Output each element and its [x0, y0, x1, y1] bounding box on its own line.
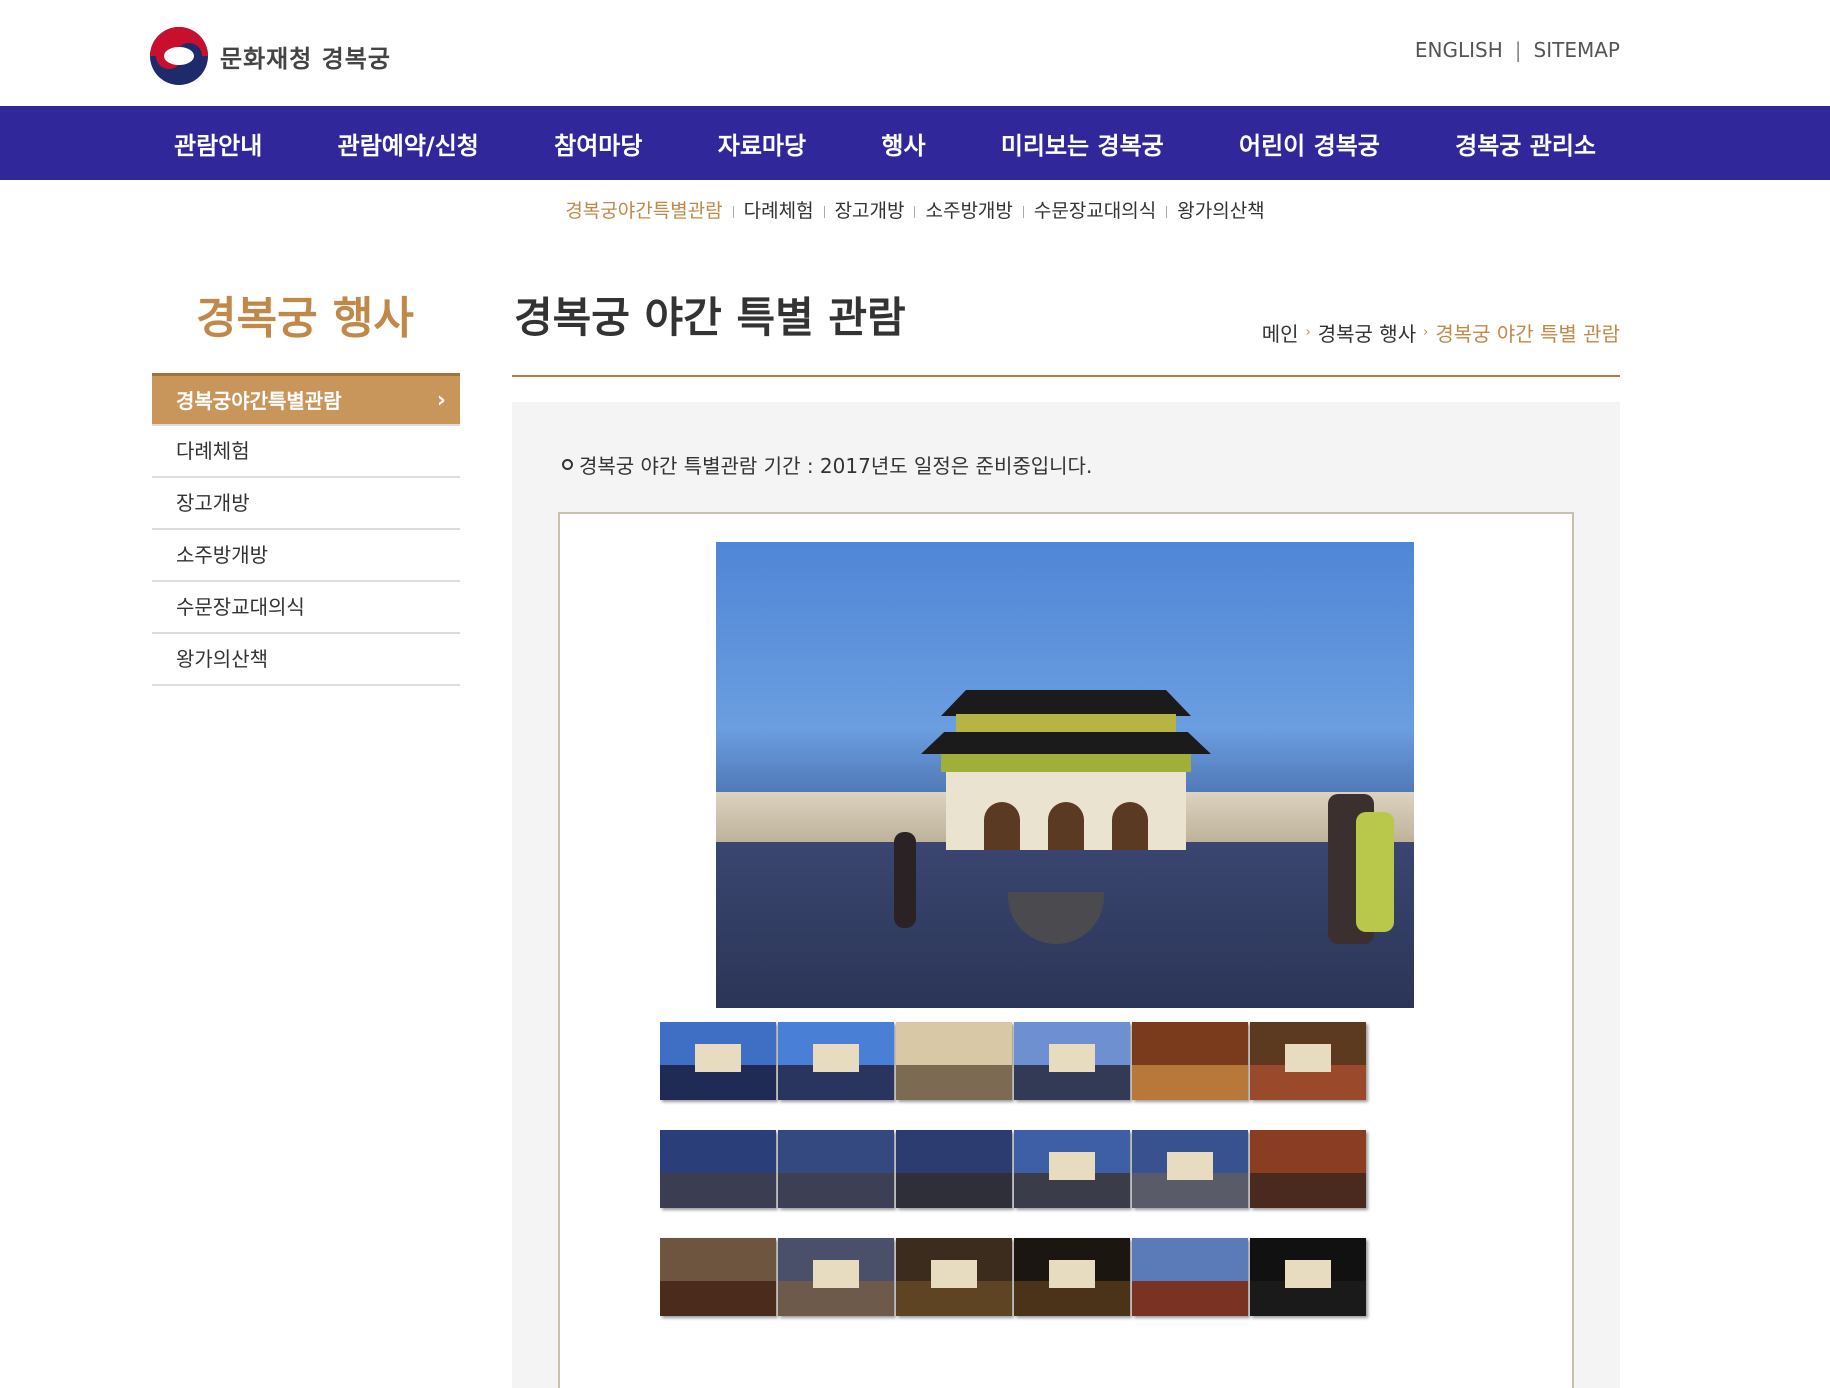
gnb-item-reservation[interactable]: 관람예약/신청	[338, 126, 479, 161]
gallery-thumbnail[interactable]	[660, 1022, 776, 1100]
gallery-thumbnail[interactable]	[660, 1238, 776, 1316]
gnb-item-preview[interactable]: 미리보는 경복궁	[1001, 126, 1164, 161]
gallery-thumbnail[interactable]	[1014, 1238, 1130, 1316]
sidebar-item-label: 수문장교대의식	[176, 595, 305, 619]
chevron-right-icon: ›	[436, 388, 446, 413]
sidebar-item-janggo[interactable]: 장고개방	[152, 478, 460, 530]
subnav-item-guard-ceremony[interactable]: 수문장교대의식	[1024, 196, 1166, 223]
top-links: ENGLISH | SITEMAP	[1415, 38, 1620, 62]
breadcrumb-current: 경복궁 야간 특별 관람	[1435, 322, 1620, 346]
gnb-item-resources[interactable]: 자료마당	[718, 126, 806, 161]
sidebar-item-royal-walk[interactable]: 왕가의산책	[152, 634, 460, 686]
breadcrumb-home[interactable]: 메인	[1262, 318, 1299, 347]
photo-gallery	[558, 512, 1574, 1388]
notice-text: 경복궁 야간 특별관람 기간 : 2017년도 일정은 준비중입니다.	[579, 454, 1093, 478]
subnav-item-night-viewing[interactable]: 경복궁야간특별관람	[555, 196, 732, 223]
sidebar-item-guard-ceremony[interactable]: 수문장교대의식	[152, 582, 460, 634]
site-logo[interactable]: 문화재청 경복궁	[150, 27, 391, 85]
link-separator: |	[1514, 38, 1522, 62]
page-title: 경복궁 야간 특별 관람	[514, 293, 906, 342]
subnav-item-royal-walk[interactable]: 왕가의산책	[1167, 196, 1274, 223]
sidebar-item-label: 왕가의산책	[176, 647, 268, 671]
gallery-thumbnail[interactable]	[896, 1022, 1012, 1100]
gallery-thumbnail[interactable]	[1250, 1022, 1366, 1100]
content-area: 경복궁 야간 특별관람 기간 : 2017년도 일정은 준비중입니다.	[512, 402, 1620, 1388]
gallery-thumbnail[interactable]	[1132, 1130, 1248, 1208]
gnb-item-kids[interactable]: 어린이 경복궁	[1239, 126, 1380, 161]
sidebar-title: 경복궁 행사	[196, 293, 414, 344]
gnb-item-events[interactable]: 행사	[881, 126, 925, 161]
title-divider	[512, 375, 1620, 377]
gallery-thumbnail[interactable]	[896, 1238, 1012, 1316]
circle-bullet-icon	[562, 459, 573, 470]
gallery-thumbnail[interactable]	[1250, 1130, 1366, 1208]
sidebar-item-label: 경복궁야간특별관람	[176, 389, 342, 413]
breadcrumb-chevron-icon: ›	[1423, 325, 1429, 340]
global-nav: 관람안내 관람예약/신청 참여마당 자료마당 행사 미리보는 경복궁 어린이 경…	[0, 106, 1830, 180]
night-palace-photo	[716, 542, 1414, 1008]
gallery-thumbnail[interactable]	[778, 1238, 894, 1316]
english-link[interactable]: ENGLISH	[1415, 38, 1503, 62]
schedule-notice: 경복궁 야간 특별관람 기간 : 2017년도 일정은 준비중입니다.	[562, 450, 1092, 479]
sub-nav: 경복궁야간특별관람 다례체험 장고개방 소주방개방 수문장교대의식 왕가의산책	[0, 196, 1830, 223]
gnb-item-office[interactable]: 경복궁 관리소	[1455, 126, 1596, 161]
gallery-thumbnail[interactable]	[1250, 1238, 1366, 1316]
gallery-thumbnail[interactable]	[1132, 1238, 1248, 1316]
sitemap-link[interactable]: SITEMAP	[1534, 38, 1620, 62]
gallery-thumbnail[interactable]	[896, 1130, 1012, 1208]
sidebar-item-tea-ceremony[interactable]: 다례체험	[152, 426, 460, 478]
gallery-thumbnail[interactable]	[660, 1130, 776, 1208]
sidebar-menu: 경복궁야간특별관람 › 다례체험 장고개방 소주방개방 수문장교대의식 왕가의산…	[152, 373, 460, 686]
sidebar-item-night-viewing[interactable]: 경복궁야간특별관람 ›	[152, 373, 460, 426]
sidebar-item-label: 다례체험	[176, 439, 250, 463]
gallery-thumbnail[interactable]	[1014, 1130, 1130, 1208]
sidebar-item-label: 소주방개방	[176, 543, 268, 567]
gnb-item-viewing-guide[interactable]: 관람안내	[174, 126, 262, 161]
breadcrumb-chevron-icon: ›	[1305, 325, 1311, 340]
sidebar-item-sojubang[interactable]: 소주방개방	[152, 530, 460, 582]
site-header: 문화재청 경복궁 ENGLISH | SITEMAP	[0, 0, 1830, 106]
sidebar-item-label: 장고개방	[176, 491, 250, 515]
breadcrumb-events[interactable]: 경복궁 행사	[1318, 318, 1416, 347]
breadcrumb: 메인 › 경복궁 행사 › 경복궁 야간 특별 관람	[1262, 318, 1620, 347]
subnav-item-sojubang[interactable]: 소주방개방	[915, 196, 1022, 223]
gnb-item-participation[interactable]: 참여마당	[554, 126, 642, 161]
gallery-thumbnail[interactable]	[1132, 1022, 1248, 1100]
subnav-item-janggo[interactable]: 장고개방	[825, 196, 915, 223]
logo-text: 문화재청 경복궁	[220, 44, 391, 73]
gallery-thumbnail[interactable]	[1014, 1022, 1130, 1100]
gallery-thumbnail[interactable]	[778, 1022, 894, 1100]
gallery-thumbnail[interactable]	[778, 1130, 894, 1208]
subnav-item-tea-ceremony[interactable]: 다례체험	[734, 196, 824, 223]
taegeuk-emblem-icon	[150, 27, 208, 85]
